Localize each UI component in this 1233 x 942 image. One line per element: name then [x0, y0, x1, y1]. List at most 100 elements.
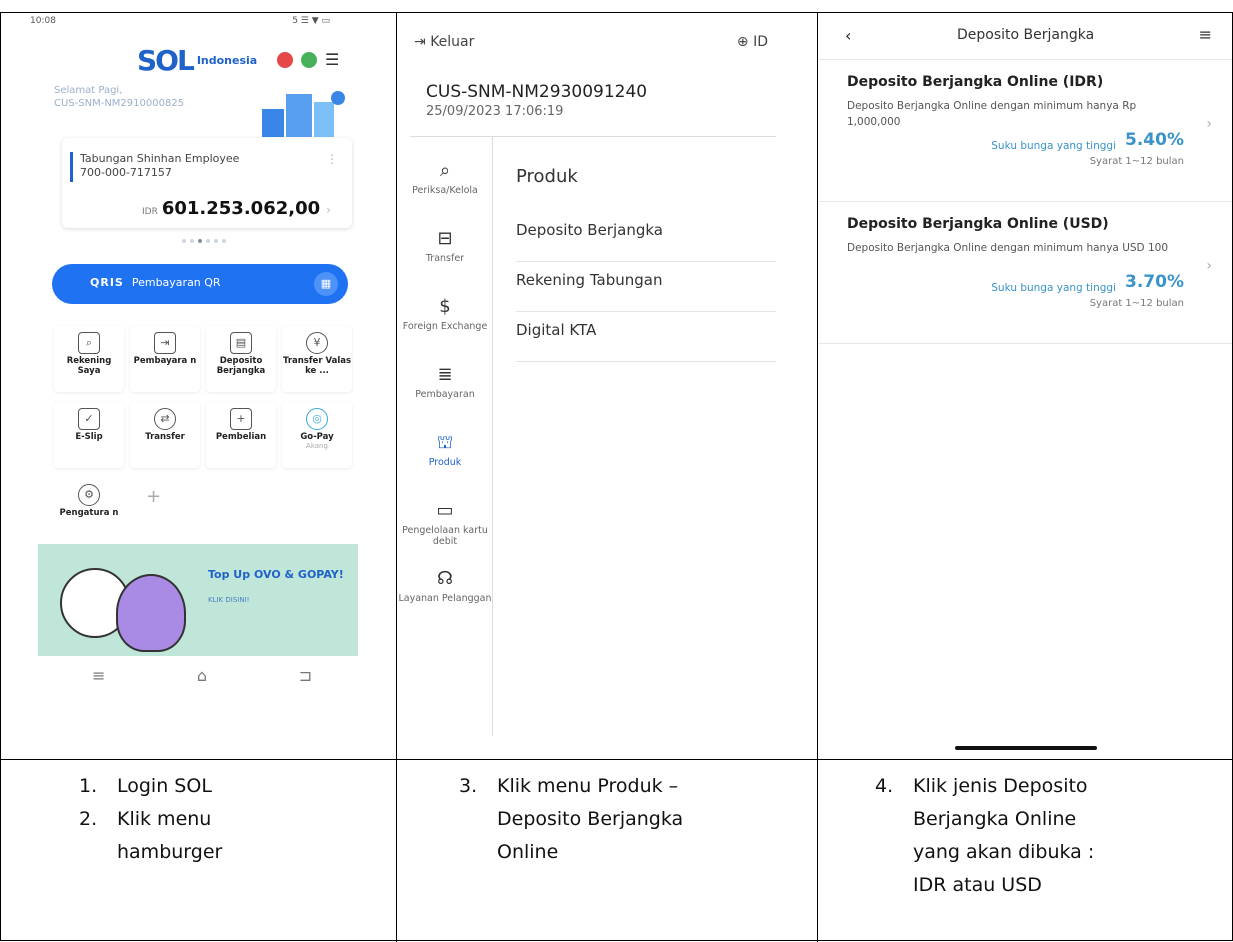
- pager-dot: [222, 239, 226, 243]
- column-divider: [817, 13, 818, 942]
- chevron-right-icon[interactable]: ›: [326, 203, 331, 217]
- transfer-icon: ⇄: [154, 408, 176, 430]
- product-item-deposito[interactable]: Deposito Berjangka: [516, 212, 776, 262]
- bill-icon: ≣: [437, 364, 453, 385]
- step-text: Klik jenis Deposito: [913, 775, 1088, 797]
- menu-item-gopay[interactable]: ◎ Go-Pay Akang: [282, 402, 352, 468]
- eslip-icon: ✓: [78, 408, 100, 430]
- headset-icon: ☊: [437, 568, 453, 589]
- step-text: Login SOL: [117, 775, 212, 797]
- home-icon[interactable]: ⌂: [197, 666, 207, 685]
- qr-payment-button[interactable]: QRIS Pembayaran QR ▦: [52, 264, 348, 304]
- page-title: Deposito Berjangka: [957, 27, 1095, 43]
- sidebar-item-debit-card[interactable]: ▭ Pengelolaan kartu debit: [398, 500, 492, 568]
- home-indicator[interactable]: [955, 746, 1097, 750]
- menu-label: Deposito Berjangka: [216, 356, 266, 376]
- promo-banner[interactable]: Top Up OVO & GOPAY! KLIK DISINI!: [38, 544, 358, 656]
- product-icon: ⛫: [436, 432, 454, 453]
- sidebar-item-layanan[interactable]: ☊ Layanan Pelanggan: [398, 568, 492, 636]
- sidebar-label: Transfer: [425, 253, 465, 264]
- qr-label: QRIS Pembayaran QR: [90, 276, 221, 289]
- menu-item-transfer[interactable]: ⇄ Transfer: [130, 402, 200, 468]
- sidebar-item-transfer[interactable]: ⊟ Transfer: [398, 228, 492, 296]
- sidebar-item-periksa[interactable]: ⌕ Periksa/Kelola: [398, 160, 492, 228]
- sidebar-label: Pembayaran: [415, 389, 475, 400]
- menu-sublabel: Akang: [306, 442, 328, 450]
- step-caption-2: 3. Klik menu Produk – Deposito Berjangka …: [459, 770, 683, 869]
- hamburger-icon[interactable]: ≡: [1199, 25, 1212, 44]
- notification-icon[interactable]: [277, 51, 293, 68]
- sidebar-item-pembayaran[interactable]: ≣ Pembayaran: [398, 364, 492, 432]
- menu-label: Rekening Saya: [66, 356, 112, 376]
- menu-label: E-Slip: [75, 432, 103, 442]
- status-bar: 10:08 5 ☰ ▼ ▭: [30, 16, 330, 26]
- step-number: 2.: [79, 808, 98, 830]
- add-menu-icon[interactable]: +: [146, 486, 161, 507]
- column-divider: [396, 13, 397, 942]
- step-number: 4.: [875, 775, 894, 797]
- purchase-icon: +: [230, 408, 252, 430]
- customer-id: CUS-SNM-NM2930091240: [426, 82, 648, 102]
- account-card[interactable]: Tabungan Shinhan Employee 700-000-717157…: [62, 138, 352, 228]
- menu-item-transfer-valas[interactable]: ¥ Transfer Valas ke ...: [282, 326, 352, 392]
- language-button[interactable]: ⊕ ID: [737, 34, 768, 50]
- menu-item-pengaturan[interactable]: ⚙ Pengatura n: [54, 478, 124, 544]
- step-text: Online: [497, 841, 559, 863]
- step-text: hamburger: [117, 841, 223, 863]
- qris-brand: QRIS: [90, 276, 124, 289]
- back-arrow-icon[interactable]: ‹: [845, 26, 851, 45]
- menu-item-pembelian[interactable]: + Pembelian: [206, 402, 276, 468]
- section-title: Produk: [516, 166, 578, 187]
- transfer-icon: ⊟: [437, 228, 453, 249]
- account-info: Tabungan Shinhan Employee 700-000-717157: [80, 152, 239, 180]
- menu-label: Transfer Valas ke ...: [282, 356, 352, 376]
- back-icon[interactable]: ⊐: [299, 666, 312, 685]
- card-accent: [70, 152, 73, 182]
- menu-label: Pembelian: [215, 432, 267, 442]
- step-text: Klik menu: [117, 808, 212, 830]
- term-text: Syarat 1~12 bulan: [1089, 298, 1184, 309]
- sidebar-label: Foreign Exchange: [402, 321, 488, 332]
- menu-label: Pengatura n: [59, 508, 119, 518]
- balance-value: 601.253.062,00: [161, 198, 321, 219]
- inquiry-icon: ⌕: [439, 160, 451, 181]
- menu-item-eslip[interactable]: ✓ E-Slip: [54, 402, 124, 468]
- divider: [410, 136, 776, 137]
- status-icons: 5 ☰ ▼ ▭: [292, 16, 330, 26]
- deposit-item-usd[interactable]: Deposito Berjangka Online (USD) Deposito…: [819, 202, 1232, 344]
- greeting: Selamat Pagi, CUS-SNM-NM2910000825: [54, 84, 184, 110]
- product-item-rekening[interactable]: Rekening Tabungan: [516, 262, 776, 312]
- sidebar-item-foreign-exchange[interactable]: $ Foreign Exchange: [398, 296, 492, 364]
- globe-icon: ⊕: [736, 34, 754, 50]
- qr-text: Pembayaran QR: [131, 276, 221, 289]
- rate-value: 3.70%: [1125, 272, 1184, 292]
- gear-icon: ⚙: [78, 484, 100, 506]
- sidebar-label: Produk: [428, 457, 462, 468]
- divider-vertical: [492, 136, 493, 736]
- card-pager: [182, 239, 226, 243]
- android-icon[interactable]: [301, 51, 317, 68]
- more-icon[interactable]: ⋮: [326, 152, 338, 166]
- menu-label: Pembayara n: [133, 356, 197, 366]
- logout-button[interactable]: ⇥ Keluar: [414, 34, 474, 50]
- hamburger-icon[interactable]: ☰: [325, 50, 339, 69]
- logout-icon: ⇥: [414, 34, 431, 50]
- recent-apps-icon[interactable]: ≡: [92, 666, 105, 685]
- menu-item-pembayaran[interactable]: ⇥ Pembayara n: [130, 326, 200, 392]
- screenshot-menu: ⇥ Keluar ⊕ ID CUS-SNM-NM2930091240 25/09…: [398, 14, 816, 758]
- deposit-item-idr[interactable]: Deposito Berjangka Online (IDR) Deposito…: [819, 60, 1232, 202]
- rate-label: Suku bunga yang tinggi: [991, 282, 1116, 294]
- rate-label: Suku bunga yang tinggi: [991, 140, 1116, 152]
- fx-transfer-icon: ¥: [306, 332, 328, 354]
- pager-dot: [190, 239, 194, 243]
- menu-label: Transfer: [145, 432, 185, 442]
- step-text: Deposito Berjangka: [497, 808, 684, 830]
- product-item-kta[interactable]: Digital KTA: [516, 312, 776, 362]
- menu-item-deposito[interactable]: ▤ Deposito Berjangka: [206, 326, 276, 392]
- menu-item-rekening-saya[interactable]: ⌕ Rekening Saya: [54, 326, 124, 392]
- step-caption-1: 1. Login SOL 2. Klik menu hamburger: [79, 770, 222, 869]
- sidebar-label: Pengelolaan kartu debit: [402, 525, 488, 547]
- sidebar-item-produk[interactable]: ⛫ Produk: [398, 432, 492, 500]
- card-icon: ▭: [436, 500, 454, 521]
- dollar-icon: $: [439, 296, 451, 317]
